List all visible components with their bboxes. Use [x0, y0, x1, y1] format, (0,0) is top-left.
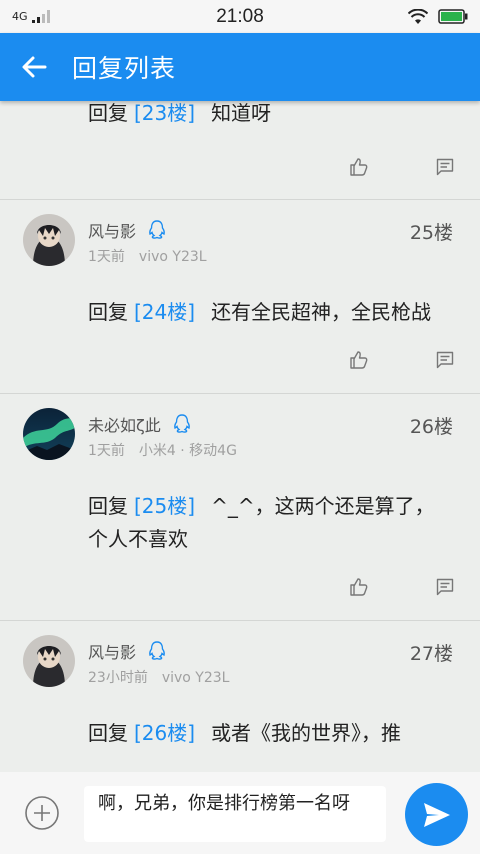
floor-link[interactable]: [25楼]	[134, 494, 195, 518]
floor-link[interactable]: [23楼]	[134, 101, 195, 125]
qq-icon	[149, 220, 165, 239]
send-button[interactable]	[405, 783, 468, 846]
signal-area: 4G	[12, 10, 52, 23]
post-time: 23小时前	[88, 670, 148, 686]
avatar[interactable]	[23, 635, 75, 687]
reply-text: 知道呀	[211, 101, 272, 125]
send-icon	[423, 802, 450, 827]
user-name[interactable]: 未必如ζ此	[88, 412, 161, 436]
user-name[interactable]: 风与影	[88, 218, 136, 242]
comment-icon[interactable]	[436, 351, 454, 369]
floor-number: 26楼	[409, 416, 453, 438]
signal-icon	[31, 10, 50, 23]
post-actions	[0, 329, 480, 393]
post-actions	[0, 136, 480, 200]
comment-icon[interactable]	[436, 578, 454, 596]
anime-avatar-image	[23, 635, 75, 687]
thumbs-up-icon[interactable]	[349, 157, 369, 177]
back-button[interactable]	[0, 33, 68, 101]
network-type: 4G	[12, 10, 28, 23]
floor-link[interactable]: [26楼]	[134, 721, 195, 745]
qq-icon	[149, 641, 165, 660]
device-name: vivo Y23L	[138, 249, 207, 265]
anime-avatar-image	[23, 214, 75, 266]
reply-text: 或者《我的世界》，推	[211, 721, 402, 745]
status-bar: 4G 21:08	[0, 0, 480, 33]
reply-prefix: 回复	[88, 300, 128, 324]
reply-prefix: 回复	[88, 721, 128, 745]
floor-link[interactable]: [24楼]	[134, 300, 195, 324]
device-name: 小米4 · 移动4G	[138, 443, 237, 459]
page-title: 回复列表	[72, 54, 177, 83]
reply-post-partial: 回复 [23楼] 知道呀	[0, 101, 480, 200]
app-bar: 回复列表	[0, 33, 480, 101]
wifi-icon	[408, 8, 428, 24]
comment-icon[interactable]	[436, 158, 454, 176]
arrow-left-icon	[22, 56, 47, 78]
add-circle-icon[interactable]	[24, 795, 60, 831]
thumbs-up-icon[interactable]	[349, 350, 369, 370]
reply-prefix: 回复	[88, 101, 128, 125]
post-time: 1天前	[88, 249, 125, 265]
reply-list-scroll[interactable]: 回复 [23楼] 知道呀 风与影 1天前 vivo Y23L 25楼 回复 [2…	[0, 101, 480, 772]
post-time: 1天前	[88, 443, 125, 459]
device-name: vivo Y23L	[161, 670, 230, 686]
thumbs-up-icon[interactable]	[349, 577, 369, 597]
avatar[interactable]	[23, 408, 75, 460]
reply-post: 风与影 23小时前 vivo Y23L 27楼 回复 [26楼] 或者《我的世界》，推	[0, 621, 480, 750]
floor-number: 25楼	[409, 222, 453, 244]
reply-text: 还有全民超神，全民枪战	[211, 300, 432, 324]
post-actions	[0, 556, 480, 620]
floor-number: 27楼	[409, 643, 453, 665]
reply-post: 风与影 1天前 vivo Y23L 25楼 回复 [24楼] 还有全民超神，全民枪战	[0, 200, 480, 394]
reply-prefix: 回复	[88, 494, 128, 518]
battery-icon	[438, 9, 468, 24]
user-name[interactable]: 风与影	[88, 639, 136, 663]
reply-post: 未必如ζ此 1天前 小米4 · 移动4G 26楼 回复 [25楼] ^_^，这两个还是…	[0, 394, 480, 621]
reply-input[interactable]: 啊，兄弟，你是排行榜第一名呀	[84, 786, 386, 842]
avatar[interactable]	[23, 214, 75, 266]
aurora-avatar-image	[23, 408, 75, 460]
qq-icon	[173, 414, 190, 433]
